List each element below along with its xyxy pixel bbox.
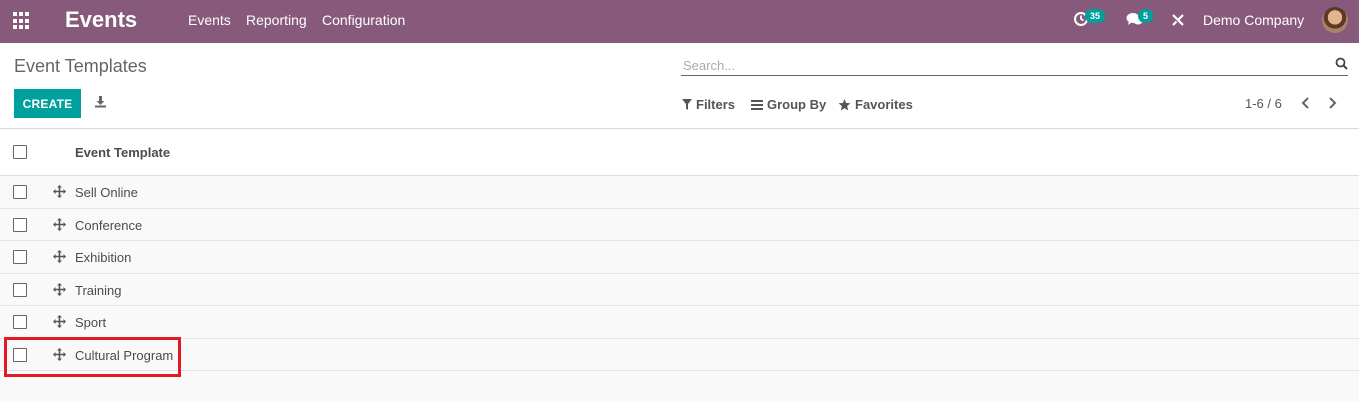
filter-icon bbox=[682, 99, 692, 110]
chevron-right-icon[interactable] bbox=[1328, 96, 1338, 115]
select-all-checkbox[interactable] bbox=[13, 145, 27, 159]
control-panel: Event Templates CREATE Filters Group By … bbox=[0, 43, 1359, 129]
row-checkbox[interactable] bbox=[13, 282, 27, 297]
debug-tools-icon[interactable] bbox=[1171, 13, 1185, 32]
menu-configuration[interactable]: Configuration bbox=[322, 12, 405, 28]
list-view: Event Template Sell Online Conference Ex… bbox=[0, 129, 1359, 371]
table-row[interactable]: Sport bbox=[0, 306, 1359, 339]
row-checkbox[interactable] bbox=[13, 217, 27, 232]
row-checkbox[interactable] bbox=[13, 315, 27, 329]
filters-button[interactable]: Filters bbox=[682, 97, 735, 112]
favorites-label: Favorites bbox=[855, 97, 913, 112]
row-label[interactable]: Sell Online bbox=[75, 185, 138, 200]
group-by-label: Group By bbox=[767, 97, 827, 112]
row-label[interactable]: Cultural Program bbox=[75, 348, 173, 363]
download-icon[interactable] bbox=[94, 95, 107, 113]
drag-handle-icon[interactable] bbox=[53, 250, 66, 268]
company-switcher[interactable]: Demo Company bbox=[1203, 12, 1304, 28]
favorites-button[interactable]: Favorites bbox=[838, 97, 913, 112]
row-label[interactable]: Sport bbox=[75, 315, 106, 330]
chevron-left-icon[interactable] bbox=[1300, 96, 1310, 115]
message-count-badge: 5 bbox=[1138, 9, 1154, 23]
drag-handle-icon[interactable] bbox=[53, 315, 66, 333]
column-header-event-template[interactable]: Event Template bbox=[75, 145, 170, 160]
row-label[interactable]: Exhibition bbox=[75, 250, 131, 265]
menu-reporting[interactable]: Reporting bbox=[246, 12, 307, 28]
table-row[interactable]: Exhibition bbox=[0, 241, 1359, 274]
drag-handle-icon[interactable] bbox=[53, 185, 66, 203]
search-icon[interactable] bbox=[1335, 57, 1348, 75]
list-header: Event Template bbox=[0, 129, 1359, 176]
filters-label: Filters bbox=[696, 97, 736, 112]
drag-handle-icon[interactable] bbox=[53, 217, 66, 236]
search-input[interactable] bbox=[681, 55, 1311, 75]
star-icon bbox=[838, 98, 851, 110]
table-row[interactable]: Training bbox=[0, 273, 1359, 306]
group-by-icon bbox=[751, 99, 763, 110]
search-bar bbox=[681, 55, 1348, 76]
pager-value[interactable]: 1-6 / 6 bbox=[1245, 96, 1282, 111]
group-by-button[interactable]: Group By bbox=[751, 97, 826, 112]
top-navbar: Events Events Reporting Configuration 35… bbox=[0, 0, 1359, 43]
create-button[interactable]: CREATE bbox=[14, 89, 81, 118]
app-title[interactable]: Events bbox=[65, 7, 137, 33]
row-label[interactable]: Training bbox=[75, 283, 121, 298]
table-row[interactable]: Conference bbox=[0, 208, 1359, 241]
drag-handle-icon[interactable] bbox=[53, 282, 66, 301]
activity-count-badge: 35 bbox=[1085, 9, 1106, 23]
breadcrumb: Event Templates bbox=[14, 56, 147, 76]
table-row[interactable]: Sell Online bbox=[0, 176, 1359, 209]
drag-handle-icon[interactable] bbox=[53, 347, 66, 366]
row-checkbox[interactable] bbox=[13, 347, 27, 362]
table-row[interactable]: Cultural Program bbox=[0, 338, 1359, 371]
menu-events[interactable]: Events bbox=[188, 12, 231, 28]
row-label[interactable]: Conference bbox=[75, 218, 142, 233]
row-checkbox[interactable] bbox=[13, 185, 27, 199]
user-avatar[interactable] bbox=[1322, 7, 1348, 33]
apps-icon[interactable] bbox=[13, 12, 31, 30]
row-checkbox[interactable] bbox=[13, 250, 27, 264]
